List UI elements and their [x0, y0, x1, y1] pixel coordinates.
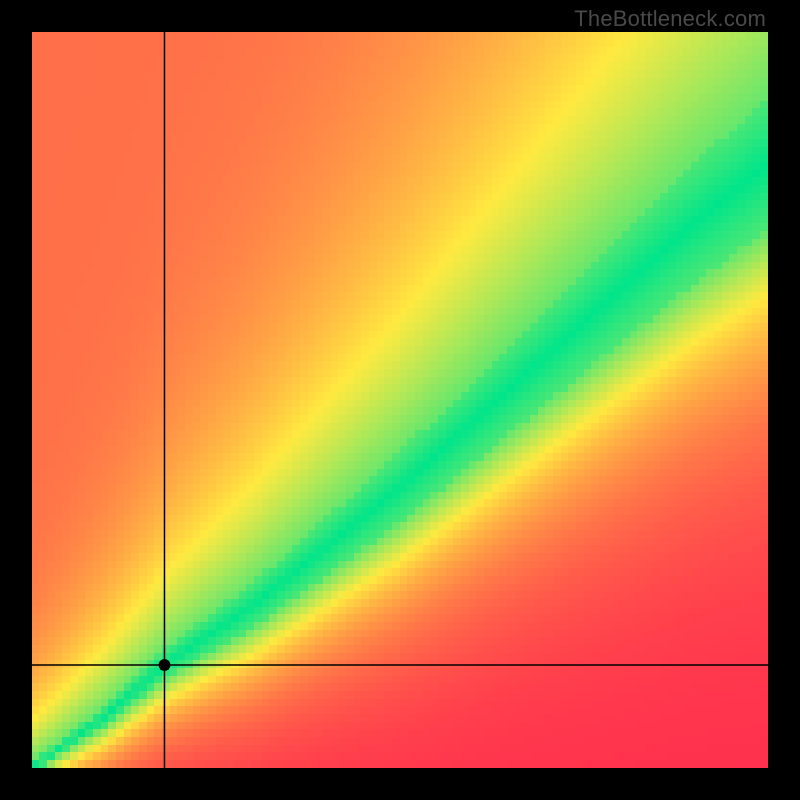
chart-frame: TheBottleneck.com — [0, 0, 800, 800]
attribution-text: TheBottleneck.com — [574, 6, 766, 32]
plot-area — [32, 32, 768, 768]
bottleneck-heatmap — [32, 32, 768, 768]
